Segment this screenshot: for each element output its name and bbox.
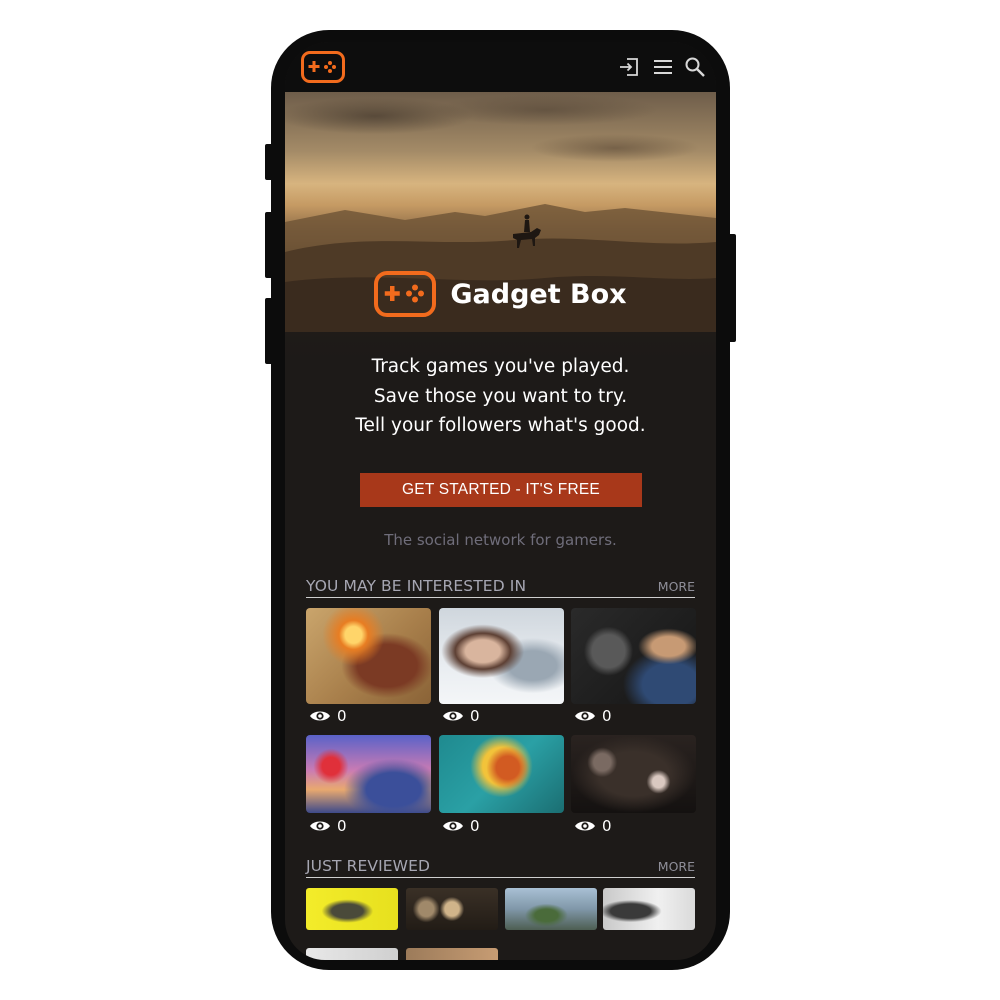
- gamepad-icon[interactable]: [301, 51, 345, 83]
- view-count: 0: [574, 816, 612, 836]
- phone-screen: Gadget Box Track games you've played. Sa…: [285, 42, 716, 960]
- section-title: YOU MAY BE INTERESTED IN: [306, 577, 527, 595]
- game-card-image[interactable]: [306, 608, 431, 704]
- mute-switch: [265, 144, 273, 180]
- eye-icon: [575, 711, 595, 721]
- brand-name: Gadget Box: [450, 278, 627, 310]
- view-count-value: 0: [470, 707, 480, 725]
- volume-up-button: [265, 212, 273, 278]
- view-count: 0: [442, 706, 480, 726]
- view-count: 0: [574, 706, 612, 726]
- more-link[interactable]: MORE: [658, 579, 695, 594]
- game-card-image[interactable]: [571, 735, 696, 813]
- tagline: Track games you've played. Save those yo…: [285, 352, 716, 441]
- gamepad-icon: [374, 271, 437, 317]
- get-started-button[interactable]: GET STARTED - IT'S FREE: [360, 473, 642, 507]
- reviewed-section-header: JUST REVIEWED MORE: [306, 856, 695, 878]
- power-button: [728, 234, 736, 342]
- top-nav-bar: [285, 42, 716, 92]
- view-count-value: 0: [602, 707, 612, 725]
- login-icon[interactable]: [618, 56, 640, 78]
- game-card-image[interactable]: [439, 608, 564, 704]
- game-card-image[interactable]: [439, 735, 564, 813]
- subtagline: The social network for gamers.: [384, 531, 617, 549]
- section-title: JUST REVIEWED: [306, 857, 431, 875]
- game-card-image[interactable]: [306, 735, 431, 813]
- view-count: 0: [442, 816, 480, 836]
- view-count-value: 0: [337, 707, 347, 725]
- review-card-image[interactable]: [406, 888, 498, 930]
- eye-icon: [310, 711, 330, 721]
- game-card-image[interactable]: [571, 608, 696, 704]
- view-count: 0: [309, 706, 347, 726]
- hero-banner: [285, 92, 716, 362]
- review-card-image[interactable]: [306, 888, 398, 930]
- tagline-line: Tell your followers what's good.: [355, 415, 646, 436]
- eye-icon: [310, 821, 330, 831]
- search-icon[interactable]: [684, 56, 706, 78]
- review-card-image[interactable]: [505, 888, 597, 930]
- more-link[interactable]: MORE: [658, 859, 695, 874]
- review-card-image[interactable]: [603, 888, 695, 930]
- review-card-image[interactable]: [406, 948, 498, 960]
- view-count-value: 0: [470, 817, 480, 835]
- menu-icon[interactable]: [652, 56, 674, 78]
- view-count: 0: [309, 816, 347, 836]
- view-count-value: 0: [602, 817, 612, 835]
- view-count-value: 0: [337, 817, 347, 835]
- brand-logo: Gadget Box: [285, 270, 716, 318]
- eye-icon: [575, 821, 595, 831]
- volume-down-button: [265, 298, 273, 364]
- tagline-line: Save those you want to try.: [373, 385, 628, 407]
- eye-icon: [443, 821, 463, 831]
- tagline-line: Track games you've played.: [371, 356, 630, 377]
- review-card-image[interactable]: [306, 948, 398, 960]
- interested-section-header: YOU MAY BE INTERESTED IN MORE: [306, 576, 695, 598]
- eye-icon: [443, 711, 463, 721]
